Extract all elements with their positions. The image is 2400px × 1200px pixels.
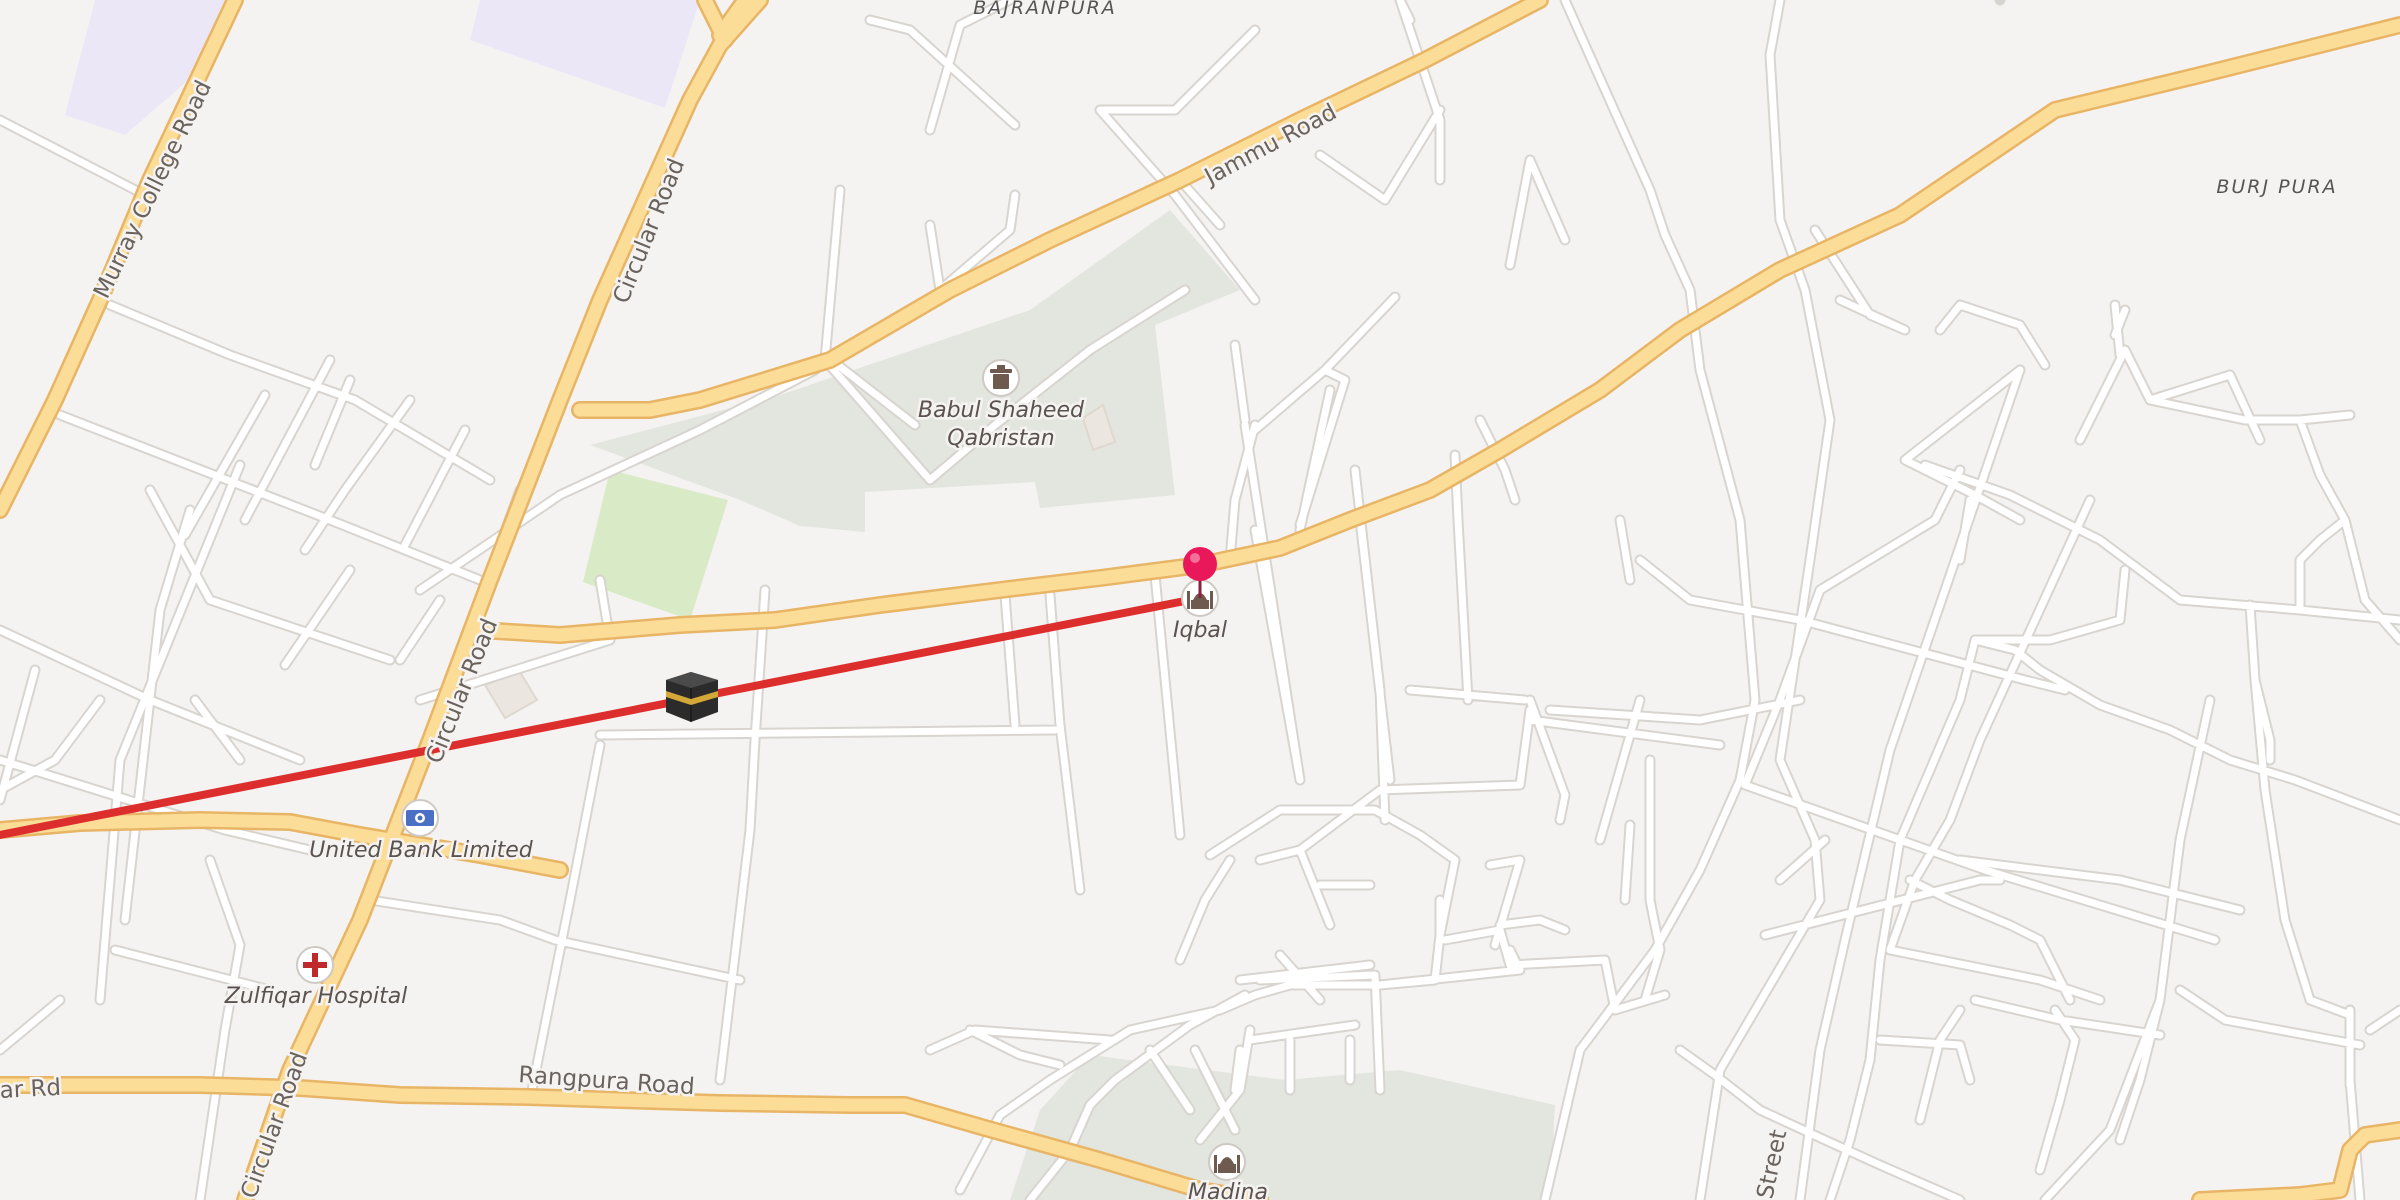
kaaba-icon[interactable] bbox=[666, 672, 718, 722]
poi-label-iqbal: Iqbal bbox=[1173, 618, 1227, 643]
road-label-left-rd: ar Rd bbox=[0, 1075, 62, 1104]
area-label-burj-pura: BURJ PURA bbox=[2216, 176, 2337, 198]
poi-label-qabristan-line1: Babul Shaheed bbox=[918, 398, 1085, 423]
poi-label-qabristan-line2: Qabristan bbox=[947, 426, 1054, 451]
poi-label-zulfiqar-hospital: Zulfiqar Hospital bbox=[224, 984, 408, 1009]
poi-label-united-bank: United Bank Limited bbox=[309, 838, 534, 863]
poi-label-madina: Madina bbox=[1188, 1180, 1268, 1200]
area-label-bajranpura: BAJRANPURA bbox=[973, 0, 1117, 19]
bank-icon bbox=[406, 810, 434, 826]
map-canvas[interactable]: Murray College Road Circular Road Circul… bbox=[0, 0, 2400, 1200]
